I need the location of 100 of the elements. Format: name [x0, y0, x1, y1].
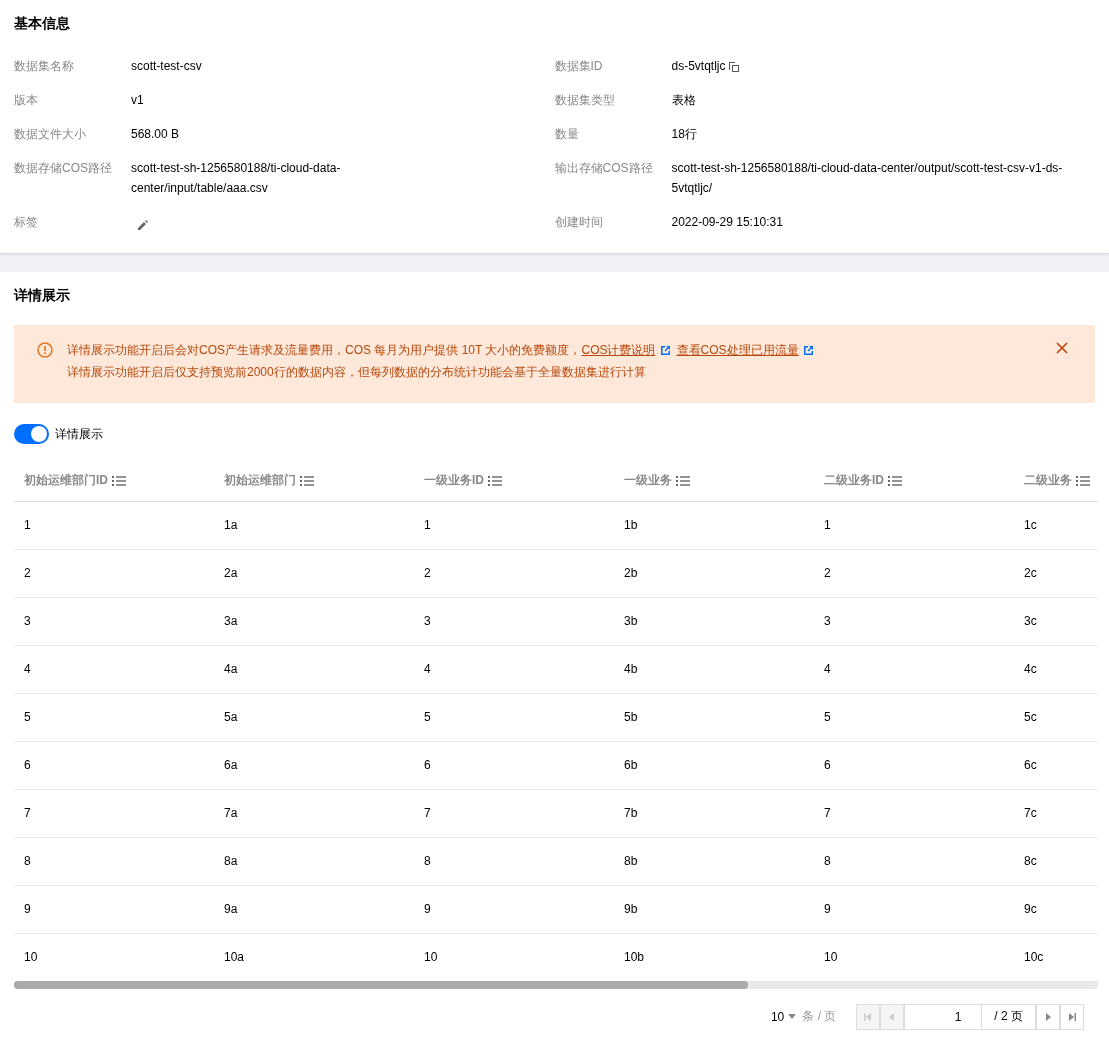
column-header: 一级业务ID [424, 472, 484, 490]
column-header: 二级业务 [1024, 472, 1072, 490]
field-value: scott-test-csv [131, 58, 203, 75]
table-cell: 7c [1024, 806, 1037, 820]
column-header: 一级业务 [624, 472, 672, 490]
table-cell: 4a [224, 662, 238, 676]
table-cell: 1 [424, 518, 431, 532]
horizontal-scrollbar[interactable] [14, 980, 1098, 989]
table-cell: 9 [824, 902, 831, 916]
table-cell: 7 [424, 806, 431, 820]
field-label: 数据集名称 [14, 58, 75, 75]
table-cell: 6b [624, 758, 638, 772]
field-label: 数据存储COS路径 [14, 160, 113, 177]
field-value: scott-test-sh-1256580188/ti-cloud-data-center/output/scott-test-csv-v1-ds-5vtqtljc/ [671, 160, 1064, 197]
table-cell: 1 [824, 518, 831, 532]
table-cell: 3 [824, 614, 831, 628]
column-header: 初始运维部门ID [24, 472, 108, 490]
external-link-icon[interactable] [659, 345, 671, 357]
table-cell: 7b [624, 806, 638, 820]
field-label: 数量 [554, 126, 580, 143]
field-value: 表格 [671, 92, 697, 109]
page-size-label: 条 / 页 [802, 1008, 837, 1025]
table-cell: 8b [624, 854, 638, 868]
table-cell: 1 [24, 518, 31, 532]
table-cell: 1a [224, 518, 238, 532]
table-cell: 5 [824, 710, 831, 724]
table-cell: 2 [424, 566, 431, 580]
table-cell: 3a [224, 614, 238, 628]
toggle-label: 详情展示 [55, 425, 103, 443]
toggle-switch[interactable] [14, 424, 49, 444]
filter-list-icon[interactable] [676, 474, 690, 487]
table-cell: 10 [424, 950, 438, 964]
table-cell: 2 [24, 566, 31, 580]
skip-to-end-icon [1066, 1010, 1078, 1023]
table-cell: 8 [24, 854, 31, 868]
filter-list-icon[interactable] [112, 474, 126, 487]
table-cell: 6c [1024, 758, 1037, 772]
field-label: 版本 [14, 92, 39, 109]
warning-text: 详情展示功能开启后仅支持预览前2000行的数据内容，但每列数据的分布统计功能会基于全量数据集进行计算 [67, 364, 647, 381]
table-cell: 10 [824, 950, 838, 964]
external-link-icon[interactable] [802, 345, 814, 357]
table-cell: 8c [1024, 854, 1037, 868]
column-header: 二级业务ID [824, 472, 884, 490]
field-label: 数据集类型 [554, 92, 616, 109]
warning-text: 详情展示功能开启后会对COS产生请求及流量费用，COS 每月为用户提供 10T 大小的免费额度， [67, 343, 582, 357]
table-cell: 6 [824, 758, 831, 772]
field-value: ds-5vtqtljc [671, 59, 726, 73]
table-cell: 3 [424, 614, 431, 628]
field-label: 输出存储COS路径 [554, 160, 654, 177]
field-label: 创建时间 [554, 214, 604, 231]
help-link[interactable]: 查看COS处理已用流量 [676, 343, 799, 357]
field-value: 18行 [671, 126, 698, 143]
table-cell: 9a [224, 902, 238, 916]
table-cell: 8a [224, 854, 238, 868]
table-cell: 9 [424, 902, 431, 916]
close-icon[interactable] [1055, 341, 1069, 355]
table-cell: 5b [624, 710, 638, 724]
table-cell: 5 [24, 710, 31, 724]
table-cell: 9b [624, 902, 638, 916]
table-cell: 7a [224, 806, 238, 820]
table-cell: 6a [224, 758, 238, 772]
field-label: 数据集ID [554, 58, 604, 75]
last-page-button[interactable] [1060, 1003, 1084, 1030]
table-cell: 3c [1024, 614, 1037, 628]
table-cell: 10b [624, 950, 645, 964]
field-label: 数据文件大小 [14, 126, 87, 143]
table-cell: 9c [1024, 902, 1037, 916]
table-cell: 6 [424, 758, 431, 772]
filter-list-icon[interactable] [888, 474, 902, 487]
field-value: scott-test-sh-1256580188/ti-cloud-data-center/input/table/aaa.csv [131, 160, 342, 197]
table-cell: 7 [824, 806, 831, 820]
table-cell: 3 [24, 614, 31, 628]
filter-list-icon[interactable] [1076, 474, 1090, 487]
field-value: 2022-09-29 15:10:31 [671, 214, 784, 231]
page-input[interactable]: 1 [904, 1003, 983, 1030]
table-cell: 4c [1024, 662, 1037, 676]
table-cell: 10 [24, 950, 38, 964]
filter-list-icon[interactable] [300, 474, 314, 487]
table-cell: 2 [824, 566, 831, 580]
table-cell: 1b [624, 518, 638, 532]
page-size-select[interactable]: 10 [770, 1009, 797, 1024]
table-cell: 5a [224, 710, 238, 724]
table-cell: 6 [24, 758, 31, 772]
table-cell: 3b [624, 614, 638, 628]
table-cell: 5c [1024, 710, 1037, 724]
table-cell: 8 [824, 854, 831, 868]
table-cell: 8 [424, 854, 431, 868]
help-link[interactable]: COS计费说明 [581, 343, 656, 357]
filter-list-icon[interactable] [488, 474, 502, 487]
table-cell: 2a [224, 566, 238, 580]
table-cell: 4 [424, 662, 431, 676]
section-title: 基本信息 [14, 15, 70, 31]
field-value: v1 [131, 92, 145, 109]
table-cell: 7 [24, 806, 31, 820]
table-cell: 10a [224, 950, 245, 964]
table-cell: 2c [1024, 566, 1037, 580]
pencil-icon[interactable] [137, 219, 149, 232]
section-title: 详情展示 [14, 287, 70, 303]
next-page-button[interactable] [1036, 1003, 1060, 1030]
copy-icon[interactable] [727, 60, 740, 73]
